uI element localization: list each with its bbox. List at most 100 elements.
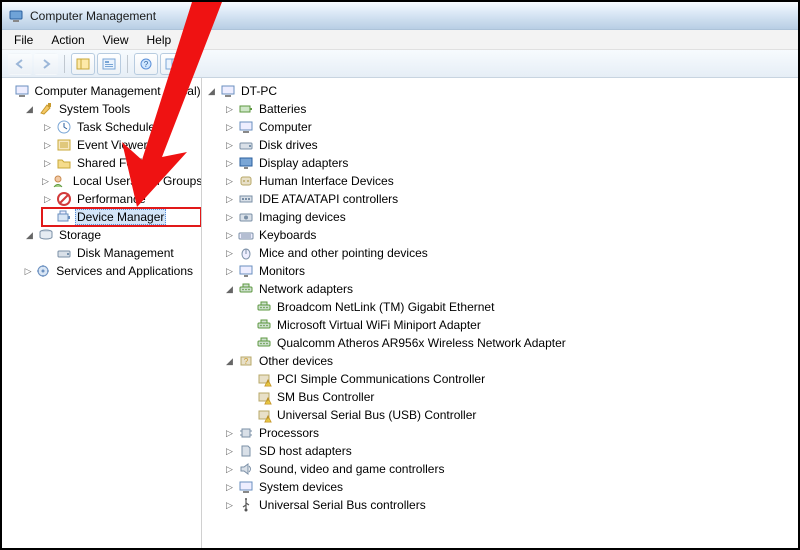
device-usb-controller[interactable]: ▸!Universal Serial Bus (USB) Controller [242, 406, 798, 424]
expander-icon[interactable]: ▷ [42, 122, 53, 133]
expander-icon[interactable]: ▷ [224, 122, 235, 133]
usb-icon [238, 497, 254, 513]
device-display-adapters[interactable]: ▷Display adapters [224, 154, 798, 172]
battery-icon [238, 101, 254, 117]
device-sound[interactable]: ▷Sound, video and game controllers [224, 460, 798, 478]
expander-icon[interactable]: ▷ [224, 176, 235, 187]
left-tree-pane[interactable]: ▸ Computer Management (Local) ◢ System T… [2, 78, 202, 548]
sd-icon [238, 443, 254, 459]
shared-folders-icon [56, 155, 72, 171]
tree-shared-folders[interactable]: ▷Shared Folders [42, 154, 201, 172]
network-icon [238, 281, 254, 297]
expander-icon[interactable]: ◢ [24, 104, 35, 115]
expander-icon[interactable]: ▷ [24, 266, 32, 277]
expander-icon[interactable]: ▷ [224, 248, 235, 259]
expander-icon[interactable]: ▷ [224, 482, 235, 493]
expander-icon[interactable]: ▷ [42, 176, 49, 187]
device-qualcomm[interactable]: ▸Qualcomm Atheros AR956x Wireless Networ… [242, 334, 798, 352]
toolbar-refresh-button[interactable] [160, 53, 184, 75]
expander-icon[interactable]: ▷ [224, 446, 235, 457]
system-tools-icon [38, 101, 54, 117]
toolbar-forward-button[interactable] [34, 53, 58, 75]
sound-icon [238, 461, 254, 477]
device-computer[interactable]: ▷Computer [224, 118, 798, 136]
tree-performance[interactable]: ▷Performance [42, 190, 201, 208]
right-tree-pane[interactable]: ◢ DT-PC ▷Batteries▷Computer▷Disk drives▷… [202, 78, 798, 548]
expander-icon[interactable]: ◢ [24, 230, 35, 241]
toolbar-separator [64, 55, 65, 73]
tree-services-apps[interactable]: ▷ Services and Applications [24, 262, 201, 280]
expander-icon[interactable]: ▷ [224, 104, 235, 115]
toolbar-back-button[interactable] [8, 53, 32, 75]
tree-storage[interactable]: ◢ Storage ▸Disk Management [24, 226, 201, 262]
device-other-devices[interactable]: ◢?Other devices▸!PCI Simple Communicatio… [224, 352, 798, 424]
expander-icon[interactable]: ▷ [224, 464, 235, 475]
tree-system-tools[interactable]: ◢ System Tools ▷Task Scheduler ▷Event Vi… [24, 100, 201, 226]
menu-view[interactable]: View [95, 31, 137, 49]
expander-icon[interactable]: ◢ [224, 356, 235, 367]
warn-icon: ! [256, 407, 272, 423]
expander-icon[interactable]: ▷ [224, 194, 235, 205]
device-sd-host[interactable]: ▷SD host adapters [224, 442, 798, 460]
device-ide[interactable]: ▷IDE ATA/ATAPI controllers [224, 190, 798, 208]
device-network-adapters[interactable]: ◢Network adapters▸Broadcom NetLink (TM) … [224, 280, 798, 352]
other-icon: ? [238, 353, 254, 369]
monitor-icon [238, 263, 254, 279]
expander-icon[interactable]: ▷ [224, 500, 235, 511]
tree-event-viewer[interactable]: ▷Event Viewer [42, 136, 201, 154]
device-monitors[interactable]: ▷Monitors [224, 262, 798, 280]
toolbar-show-hide-button[interactable] [71, 53, 95, 75]
device-usb-controllers[interactable]: ▷Universal Serial Bus controllers [224, 496, 798, 514]
expander-icon[interactable]: ▷ [224, 428, 235, 439]
hid-icon [238, 173, 254, 189]
device-system-devices[interactable]: ▷System devices [224, 478, 798, 496]
processor-icon [238, 425, 254, 441]
device-root[interactable]: ◢ DT-PC ▷Batteries▷Computer▷Disk drives▷… [206, 82, 798, 514]
expander-icon[interactable]: ▷ [224, 140, 235, 151]
expander-icon[interactable]: ▷ [42, 140, 53, 151]
tree-device-manager[interactable]: ▸Device Manager [42, 208, 201, 226]
device-pci-simple[interactable]: ▸!PCI Simple Communications Controller [242, 370, 798, 388]
expander-icon[interactable]: ▷ [224, 266, 235, 277]
tree-task-scheduler[interactable]: ▷Task Scheduler [42, 118, 201, 136]
device-imaging[interactable]: ▷Imaging devices [224, 208, 798, 226]
device-keyboards[interactable]: ▷Keyboards [224, 226, 798, 244]
warn-icon: ! [256, 389, 272, 405]
device-disk-drives[interactable]: ▷Disk drives [224, 136, 798, 154]
app-icon [8, 8, 24, 24]
device-batteries[interactable]: ▷Batteries [224, 100, 798, 118]
device-broadcom[interactable]: ▸Broadcom NetLink (TM) Gigabit Ethernet [242, 298, 798, 316]
device-processors[interactable]: ▷Processors [224, 424, 798, 442]
event-viewer-icon [56, 137, 72, 153]
users-icon [52, 173, 68, 189]
tree-root-computer-management[interactable]: ▸ Computer Management (Local) ◢ System T… [6, 82, 201, 280]
expander-icon[interactable]: ▷ [42, 158, 53, 169]
warn-icon: ! [256, 371, 272, 387]
device-ms-virtual-wifi[interactable]: ▸Microsoft Virtual WiFi Miniport Adapter [242, 316, 798, 334]
tree-local-users[interactable]: ▷Local Users and Groups [42, 172, 201, 190]
device-hid[interactable]: ▷Human Interface Devices [224, 172, 798, 190]
device-sm-bus[interactable]: ▸!SM Bus Controller [242, 388, 798, 406]
keyboard-icon [238, 227, 254, 243]
title-bar: Computer Management [2, 2, 798, 30]
svg-text:?: ? [244, 357, 249, 366]
expander-icon[interactable]: ◢ [224, 284, 235, 295]
expander-icon[interactable]: ▷ [224, 158, 235, 169]
device-mice[interactable]: ▷Mice and other pointing devices [224, 244, 798, 262]
toolbar-properties-button[interactable] [97, 53, 121, 75]
system-icon [238, 479, 254, 495]
toolbar-separator [127, 55, 128, 73]
services-apps-icon [35, 263, 51, 279]
expander-icon[interactable]: ▷ [42, 194, 53, 205]
toolbar-help-button[interactable]: ? [134, 53, 158, 75]
menu-file[interactable]: File [6, 31, 41, 49]
window-title: Computer Management [30, 9, 156, 23]
expander-icon[interactable]: ▷ [224, 212, 235, 223]
toolbar: ? [2, 50, 798, 78]
computer-icon [220, 83, 236, 99]
tree-disk-management[interactable]: ▸Disk Management [42, 244, 201, 262]
expander-icon[interactable]: ▷ [224, 230, 235, 241]
expander-icon[interactable]: ◢ [206, 86, 217, 97]
menu-help[interactable]: Help [139, 31, 180, 49]
menu-action[interactable]: Action [43, 31, 92, 49]
